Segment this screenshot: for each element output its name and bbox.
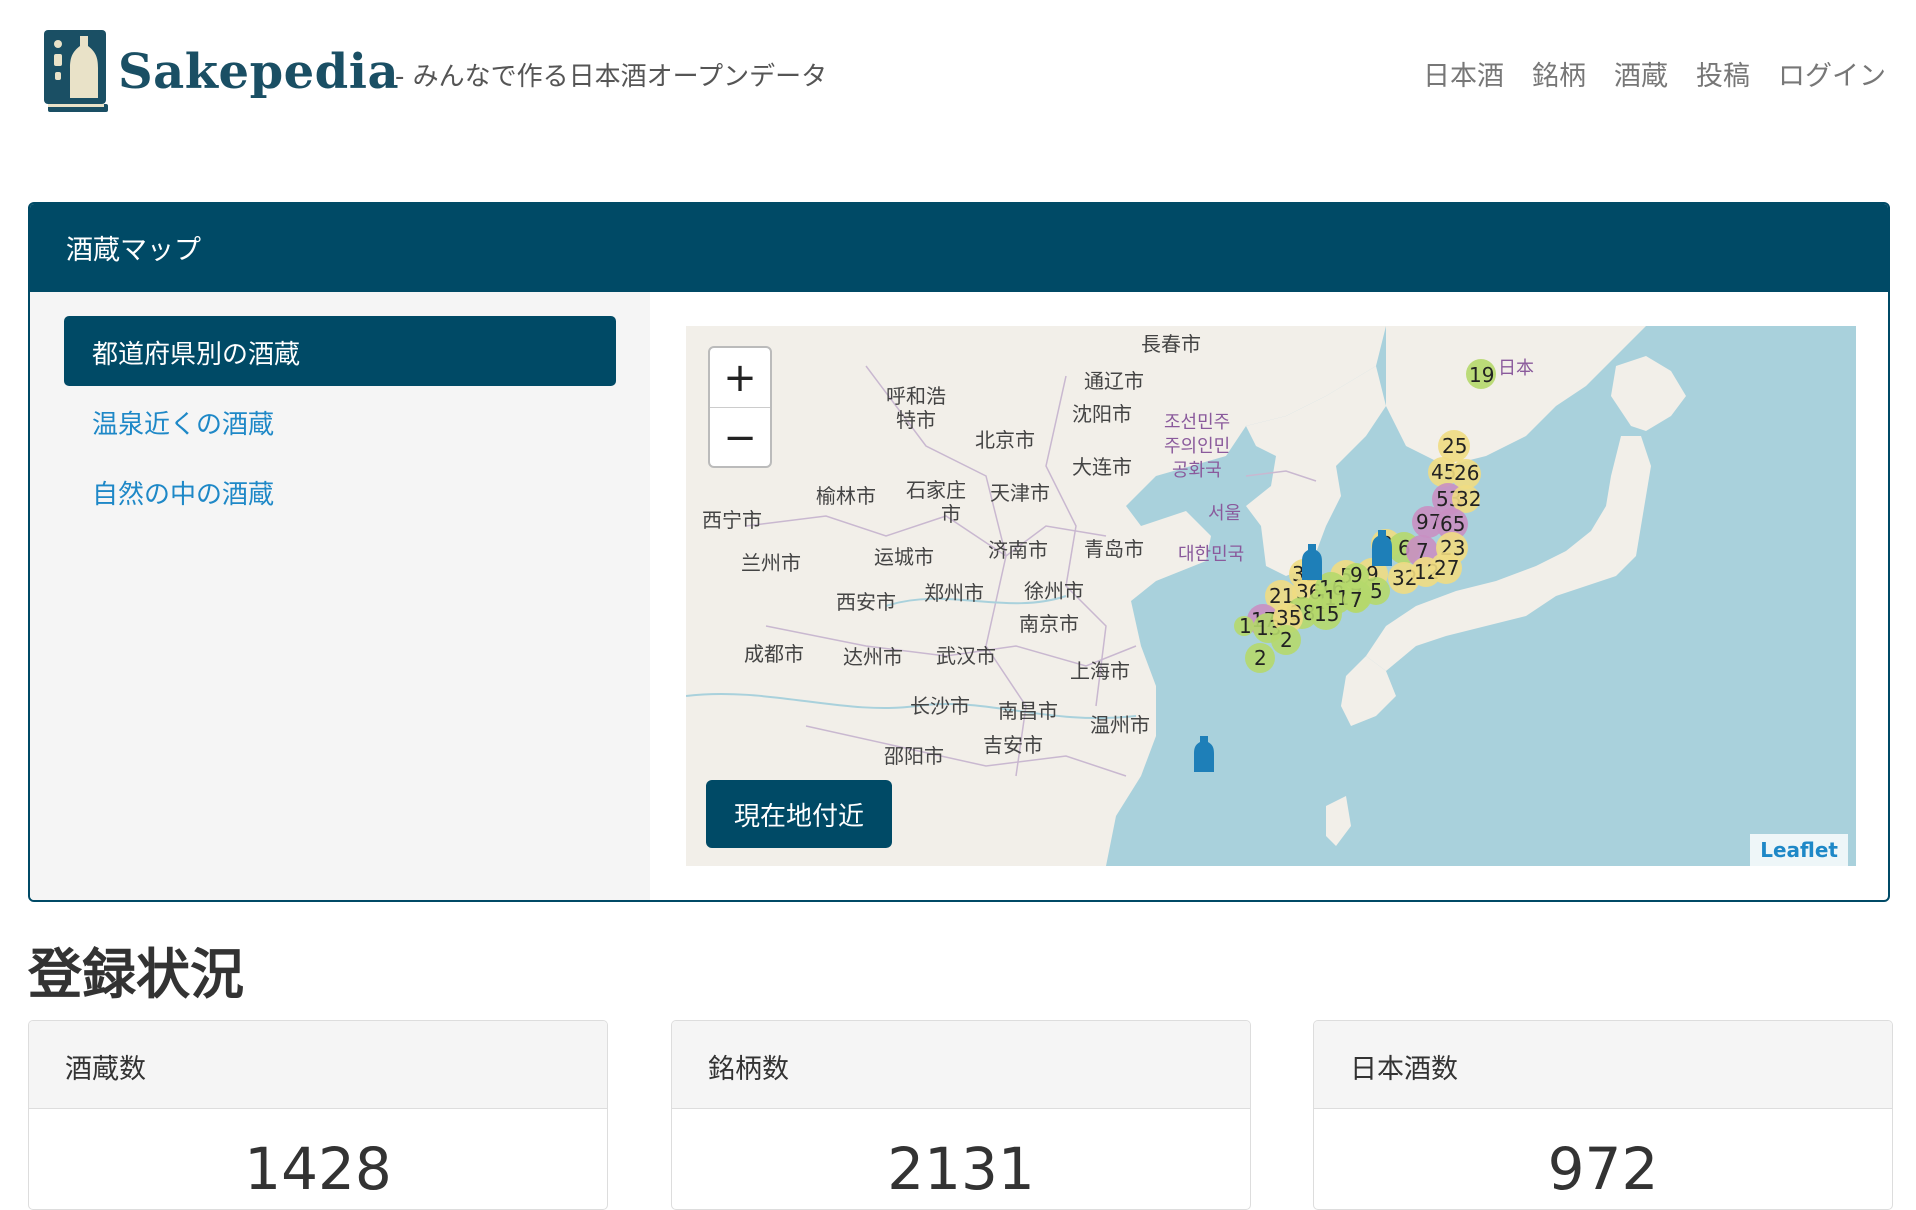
city-label: 南京市 [1019,612,1079,636]
korea-label: 대한민국 [1178,544,1244,565]
stat-label: 酒蔵数 [29,1021,607,1109]
brewery-map-panel: 酒蔵マップ 都道府県別の酒蔵 温泉近くの酒蔵 自然の中の酒蔵 長春市 通辽市 呼… [28,202,1890,902]
cluster-count: 25 [1442,434,1467,458]
map-attribution-link[interactable]: Leaflet [1750,834,1848,866]
cluster-count: 5 [1370,579,1383,603]
city-label: 長春市 [1141,332,1201,356]
menu-item-in-nature[interactable]: 自然の中の酒蔵 [64,456,616,526]
stat-card-brands: 銘柄数 2131 [671,1020,1251,1210]
cluster-count: 2 [1280,628,1293,652]
stat-label: 銘柄数 [672,1021,1250,1109]
cluster-count: 32 [1456,487,1481,511]
korea-label: 조선민주 [1164,412,1230,433]
brand-name[interactable]: Sakepedia [118,44,399,100]
stat-value: 1428 [244,1135,392,1203]
site-logo[interactable]: Sakepedia [42,28,399,116]
city-label: 兰州市 [741,551,801,575]
city-label: 西安市 [836,590,896,614]
brewery-map[interactable]: 長春市 通辽市 呼和浩 特市 沈阳市 北京市 大连市 榆林市 石家庄 市 天津市… [686,326,1856,866]
cluster-count: 27 [1434,556,1459,580]
stats-section-title: 登録状況 [28,943,244,1006]
korea-label: 주의인민 [1164,436,1230,457]
cluster-count: 7 [1350,588,1363,612]
city-label: 邵阳市 [884,744,944,768]
city-label: 郑州市 [924,581,984,605]
cluster-count: 19 [1469,363,1494,387]
city-label: 特市 [896,408,936,432]
city-label: 徐州市 [1024,579,1084,603]
city-label: 达州市 [843,645,903,669]
city-label: 天津市 [990,481,1050,505]
city-label: 温州市 [1090,713,1150,737]
stat-label: 日本酒数 [1314,1021,1892,1109]
korea-label: 서울 [1208,503,1241,524]
cluster-count: 2 [1254,646,1267,670]
zoom-in-button[interactable]: + [710,348,770,408]
sake-bottle-logo-icon [44,30,108,112]
stat-card-sake: 日本酒数 972 [1313,1020,1893,1210]
top-nav: 日本酒 銘柄 酒蔵 投稿 ログイン [1423,54,1886,93]
city-label: 长沙市 [910,694,970,718]
cluster-count: 1 [1239,614,1252,638]
zoom-control: + − [708,346,772,468]
cluster-count: 15 [1314,602,1339,626]
menu-item-by-prefecture[interactable]: 都道府県別の酒蔵 [64,316,616,386]
city-label: 南昌市 [998,699,1058,723]
city-label: 青岛市 [1084,537,1144,561]
city-label: 吉安市 [983,733,1043,757]
menu-item-near-hot-spring[interactable]: 温泉近くの酒蔵 [64,386,616,456]
city-label: 武汉市 [936,644,996,668]
city-label: 呼和浩 [886,384,946,408]
stat-card-breweries: 酒蔵数 1428 [28,1020,608,1210]
city-label: 石家庄 [906,478,966,502]
nav-link-brands[interactable]: 銘柄 [1532,54,1586,93]
cluster-count: 9 [1350,563,1363,587]
nav-link-sake[interactable]: 日本酒 [1423,54,1504,93]
city-label: 市 [941,502,961,526]
site-tagline: - みんなで作る日本酒オープンデータ [395,62,828,92]
zoom-out-button[interactable]: − [710,408,770,466]
city-label: 通辽市 [1084,369,1144,393]
locate-nearby-button[interactable]: 現在地付近 [706,780,892,848]
city-label: 西宁市 [702,508,762,532]
city-label: 日本 [1498,358,1534,379]
nav-link-post[interactable]: 投稿 [1696,54,1750,93]
stat-value: 2131 [887,1135,1035,1203]
panel-title: 酒蔵マップ [30,204,1888,292]
map-sidebar: 都道府県別の酒蔵 温泉近くの酒蔵 自然の中の酒蔵 [30,292,650,900]
korea-label: 공화국 [1172,460,1222,481]
nav-link-breweries[interactable]: 酒蔵 [1614,54,1668,93]
cluster-count: 26 [1454,461,1479,485]
city-label: 沈阳市 [1072,402,1132,426]
city-label: 大连市 [1072,455,1132,479]
stat-value: 972 [1547,1135,1659,1203]
city-label: 运城市 [874,545,934,569]
city-label: 北京市 [975,428,1035,452]
city-label: 上海市 [1070,659,1130,683]
city-label: 济南市 [988,538,1048,562]
city-label: 榆林市 [816,484,876,508]
header: Sakepedia - みんなで作る日本酒オープンデータ 日本酒 銘柄 酒蔵 投… [0,0,1916,150]
city-label: 成都市 [744,642,804,666]
nav-link-login[interactable]: ログイン [1778,54,1886,93]
